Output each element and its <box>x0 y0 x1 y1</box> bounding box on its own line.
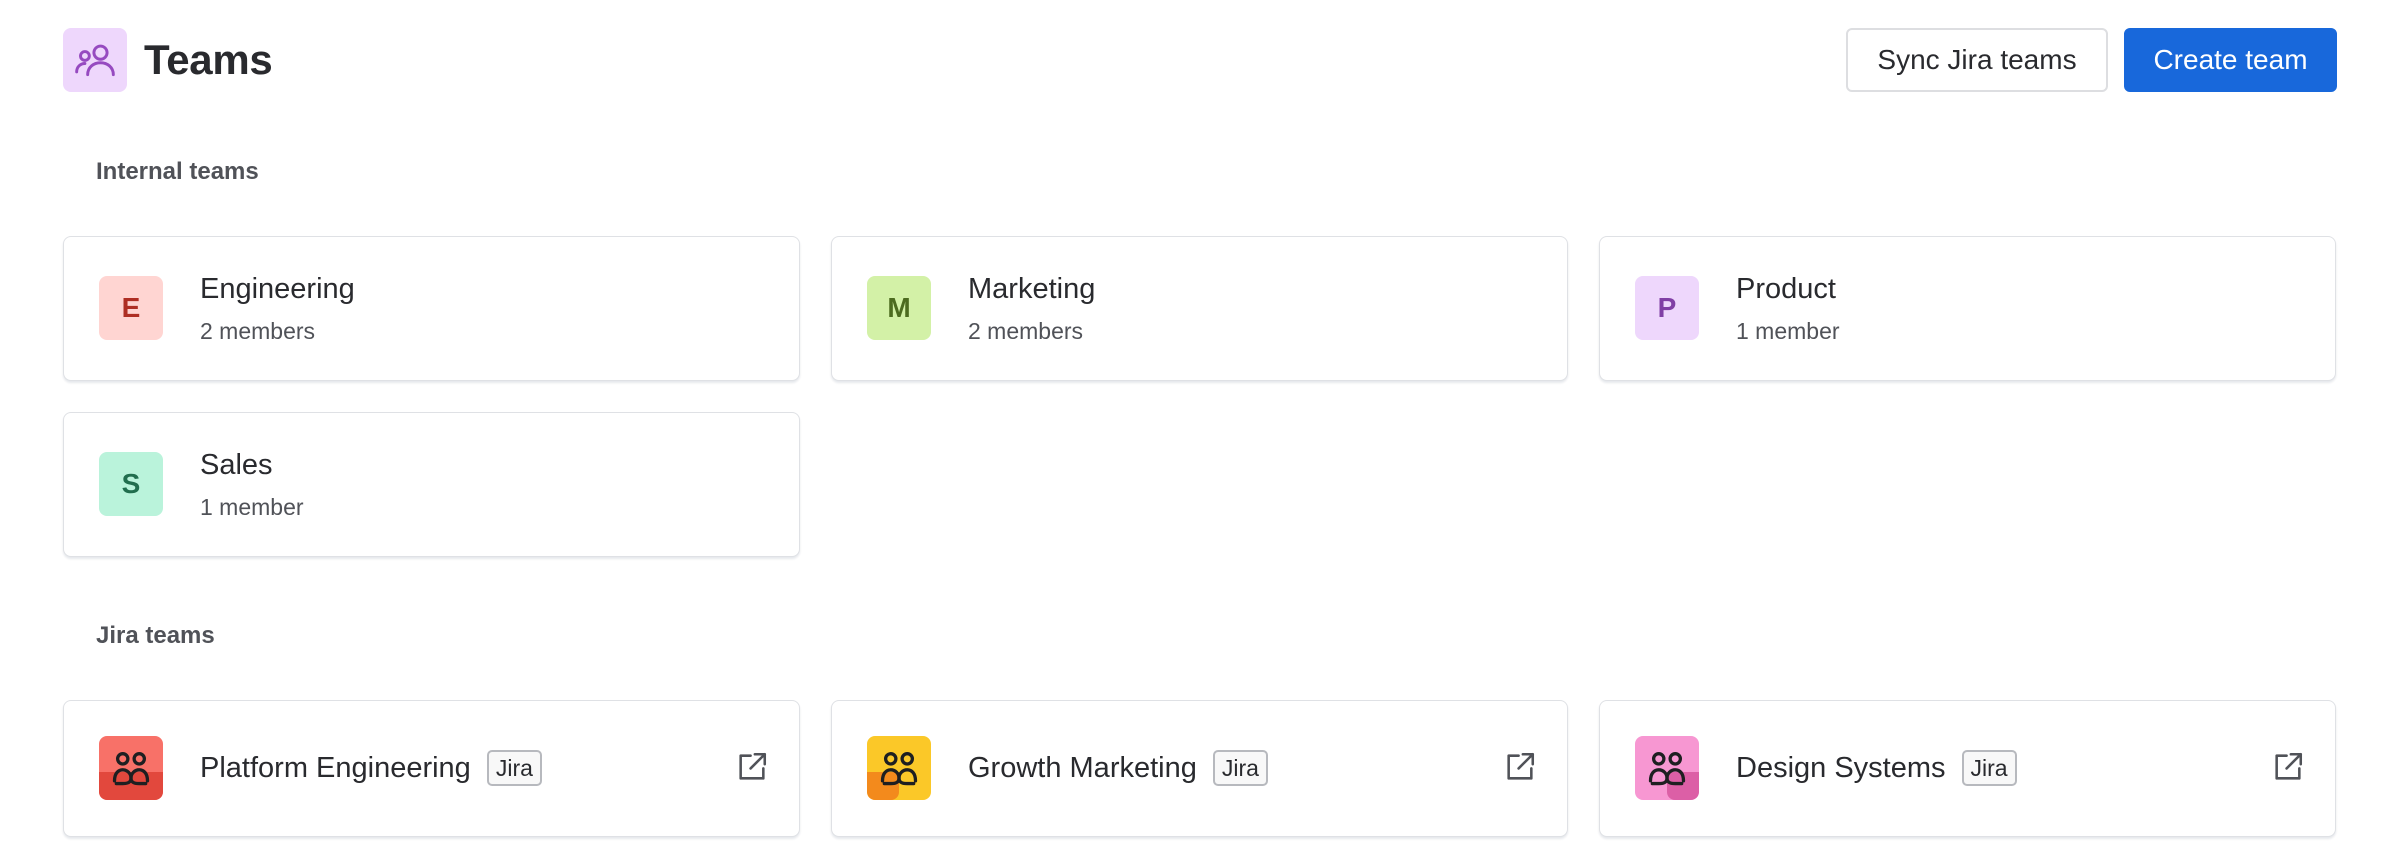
team-card-marketing[interactable]: M Marketing 2 members <box>831 236 1568 381</box>
team-name: Marketing <box>968 273 1096 305</box>
team-member-count: 2 members <box>968 318 1084 344</box>
title-group: Teams <box>63 28 273 92</box>
jira-badge: Jira <box>1961 750 2017 786</box>
team-name: Engineering <box>200 273 355 305</box>
team-name: Design Systems <box>1736 751 1946 784</box>
team-member-count: 1 member <box>200 494 304 520</box>
team-member-count: 2 members <box>200 318 316 344</box>
external-link-icon[interactable] <box>2271 750 2305 784</box>
team-icon <box>1635 736 1699 800</box>
team-avatar: E <box>99 276 163 340</box>
team-avatar: P <box>1635 276 1699 340</box>
team-card-product[interactable]: P Product 1 member <box>1599 236 2336 381</box>
team-icon <box>63 28 127 92</box>
page-header: Teams Sync Jira teams Create team <box>63 28 2337 92</box>
header-actions: Sync Jira teams Create team <box>1846 28 2337 92</box>
team-icon <box>867 736 931 800</box>
jira-team-card-design-systems[interactable]: Design Systems Jira <box>1599 700 2336 837</box>
teams-page: Teams Sync Jira teams Create team Intern… <box>0 0 2400 868</box>
team-card-sales[interactable]: S Sales 1 member <box>63 412 800 557</box>
create-team-button[interactable]: Create team <box>2124 28 2337 92</box>
team-card-engineering[interactable]: E Engineering 2 members <box>63 236 800 381</box>
team-name: Growth Marketing <box>968 751 1197 784</box>
internal-teams-heading: Internal teams <box>96 158 259 185</box>
team-name: Sales <box>200 449 273 481</box>
jira-badge: Jira <box>1212 750 1268 786</box>
page-title: Teams <box>144 36 273 83</box>
team-member-count: 1 member <box>1736 318 1840 344</box>
team-name: Product <box>1736 273 1836 305</box>
team-avatar: S <box>99 452 163 516</box>
sync-jira-teams-button[interactable]: Sync Jira teams <box>1846 28 2108 92</box>
jira-team-card-platform-engineering[interactable]: Platform Engineering Jira <box>63 700 800 837</box>
external-link-icon[interactable] <box>1503 750 1537 784</box>
jira-team-title-row: Design Systems Jira <box>1736 750 2017 786</box>
jira-team-title-row: Growth Marketing Jira <box>968 750 1268 786</box>
jira-team-card-growth-marketing[interactable]: Growth Marketing Jira <box>831 700 1568 837</box>
external-link-icon[interactable] <box>735 750 769 784</box>
jira-badge: Jira <box>486 750 542 786</box>
jira-team-title-row: Platform Engineering Jira <box>200 750 542 786</box>
team-icon <box>99 736 163 800</box>
team-name: Platform Engineering <box>200 751 471 784</box>
jira-teams-heading: Jira teams <box>96 622 215 649</box>
team-avatar: M <box>867 276 931 340</box>
